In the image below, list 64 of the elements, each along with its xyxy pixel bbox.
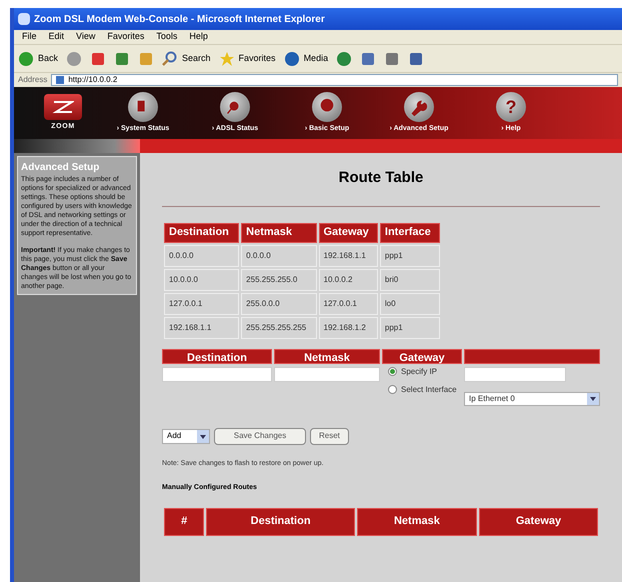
menu-item[interactable]: Edit [48,30,64,44]
back-icon [18,50,34,66]
menu-item[interactable]: File [22,30,37,44]
column-header: Netmask [274,348,380,364]
table-cell: bri0 [380,268,440,290]
table-cell: 0.0.0.0 [164,244,240,266]
menu-item[interactable]: Favorites [107,30,144,44]
radio-button[interactable] [388,366,397,376]
caret-icon [197,430,209,442]
table-cell: ppp1 [380,244,440,266]
help-icon[interactable]: ? [496,92,526,122]
radio-label: Select Interface [401,384,457,394]
table-cell: 10.0.0.0 [164,268,240,290]
column-header: Destination [206,508,355,536]
table-cell: 192.168.1.1 [164,316,240,338]
window-title: Zoom DSL Modem Web-Console - Microsoft Internet Explorer [34,12,325,26]
column-header: Netmask [241,222,316,242]
column-header: Interface [380,222,440,242]
table-cell: 10.0.0.2 [318,268,378,290]
star-icon [218,50,235,66]
column-header: Netmask [356,508,477,536]
radio-button[interactable] [388,384,397,394]
sidebar-title: Advanced Setup [21,161,100,175]
toolbar-button[interactable]: Favorites [218,50,276,66]
interface-dropdown[interactable]: Ip Ethernet 0 [464,392,600,406]
table-cell: 192.168.1.2 [318,316,378,338]
column-header: Destination [162,348,272,364]
reset-button[interactable]: Reset [310,428,349,444]
z-mark-icon [52,100,74,114]
toolbar-button[interactable] [66,50,82,66]
toolbar-button[interactable]: Back [18,50,58,66]
caret-icon [587,392,599,404]
column-header: Gateway [382,348,462,364]
page-title: Route Table [338,168,424,188]
toolbar-button[interactable]: Media [284,50,328,66]
column-header: # [164,508,204,536]
destination-field[interactable] [162,366,272,382]
table-cell: ppp1 [380,316,440,338]
page-icon [56,76,64,84]
menu-item[interactable]: Help [189,30,208,44]
table-cell: 127.0.0.1 [318,292,378,314]
forward-icon [66,50,82,66]
address-field[interactable]: http://10.0.0.2 [51,74,618,86]
action-dropdown[interactable]: Add [162,428,210,444]
table-cell: 255.0.0.0 [241,292,316,314]
media-icon [284,50,300,66]
table-cell: 127.0.0.1 [164,292,240,314]
menu-item[interactable]: View [76,30,96,44]
save-button[interactable]: Save Changes [214,428,306,444]
table-cell: 192.168.1.1 [318,244,378,266]
radio-label: Specify IP [401,366,438,376]
table-cell: 255.255.255.255 [241,316,316,338]
menu-item[interactable]: Tools [156,30,178,44]
toolbar-button[interactable]: Search [162,50,211,66]
address-label: Address [18,74,48,86]
table-cell: lo0 [380,292,440,314]
column-header: Gateway [479,508,598,536]
gateway-field[interactable] [464,366,566,382]
column-header: Destination [164,222,240,242]
table-cell: 0.0.0.0 [241,244,316,266]
table-cell: 255.255.255.0 [241,268,316,290]
search-icon [162,50,178,66]
netmask-field[interactable] [274,366,380,382]
column-header: Gateway [318,222,378,242]
